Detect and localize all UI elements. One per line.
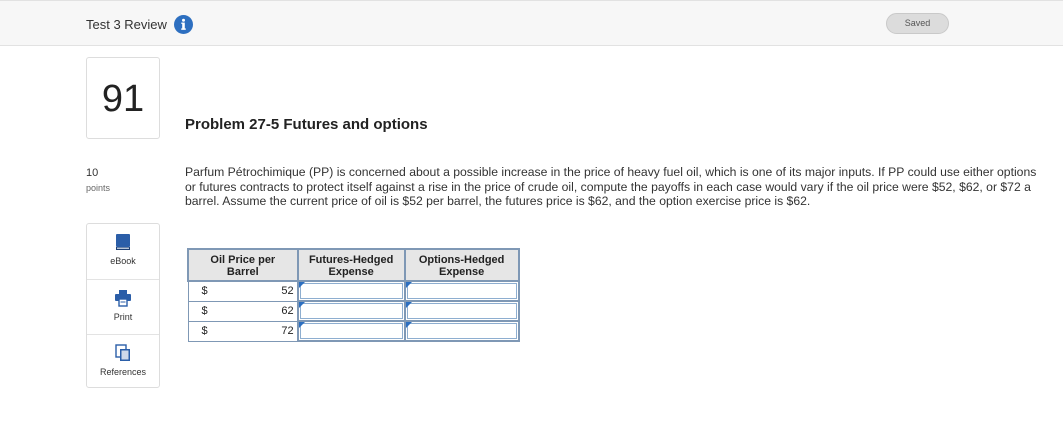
printer-icon bbox=[114, 289, 132, 307]
header-options-hedged: Options-Hedged Expense bbox=[403, 248, 520, 282]
ebook-button[interactable]: eBook bbox=[87, 224, 159, 278]
top-bar: Test 3 Review Saved bbox=[0, 0, 1063, 46]
references-button[interactable]: References bbox=[87, 334, 159, 388]
futures-hedged-input[interactable] bbox=[296, 300, 406, 322]
print-label: Print bbox=[113, 312, 133, 322]
references-icon bbox=[114, 344, 132, 362]
currency-symbol: $ bbox=[187, 280, 208, 302]
assignment-title-text: Test 3 Review bbox=[86, 17, 167, 32]
problem-title: Problem 27-5 Futures and options bbox=[185, 116, 428, 133]
info-icon[interactable] bbox=[173, 15, 193, 34]
table-row: $ 72 bbox=[187, 320, 520, 342]
oil-price-value: 72 bbox=[207, 320, 299, 342]
options-hedged-input[interactable] bbox=[403, 300, 520, 322]
options-hedged-input[interactable] bbox=[403, 320, 520, 342]
table-row: $ 62 bbox=[187, 300, 520, 322]
print-button[interactable]: Print bbox=[87, 279, 159, 333]
points-label: points bbox=[86, 183, 111, 193]
points-value: 10 bbox=[86, 167, 99, 179]
currency-symbol: $ bbox=[187, 320, 208, 342]
oil-price-value: 52 bbox=[207, 280, 299, 302]
header-futures-hedged: Futures-Hedged Expense bbox=[296, 248, 406, 282]
currency-symbol: $ bbox=[187, 300, 208, 322]
futures-hedged-input[interactable] bbox=[296, 320, 406, 342]
problem-text: Parfum Pétrochimique (PP) is concerned a… bbox=[185, 165, 1037, 208]
references-label: References bbox=[99, 367, 147, 377]
table-row: $ 52 bbox=[187, 280, 520, 302]
options-hedged-input[interactable] bbox=[403, 280, 520, 302]
question-number: 91 bbox=[86, 57, 160, 139]
assignment-title: Test 3 Review bbox=[86, 15, 193, 34]
answer-table: Oil Price per Barrel Futures-Hedged Expe… bbox=[187, 248, 520, 342]
ebook-label: eBook bbox=[110, 256, 136, 266]
oil-price-value: 62 bbox=[207, 300, 299, 322]
futures-hedged-input[interactable] bbox=[296, 280, 406, 302]
book-icon bbox=[114, 233, 132, 251]
saved-status-badge: Saved bbox=[886, 13, 949, 34]
tools-panel: eBook Print References bbox=[86, 223, 160, 388]
header-oil-price: Oil Price per Barrel bbox=[187, 248, 299, 282]
